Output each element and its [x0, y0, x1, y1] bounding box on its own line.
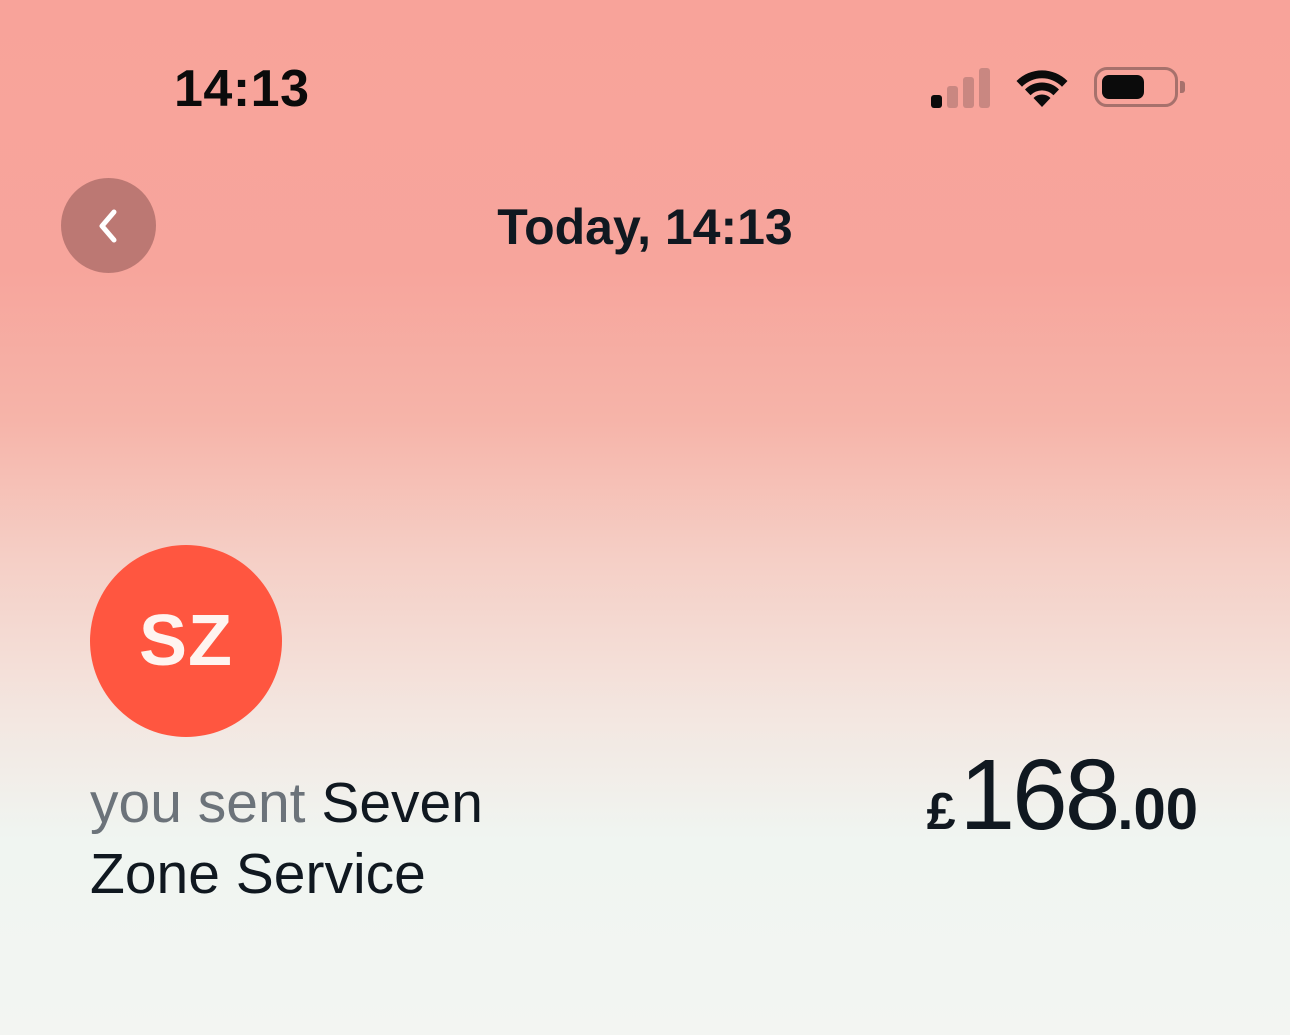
page-title: Today, 14:13 — [497, 199, 793, 255]
status-time: 14:13 — [174, 60, 310, 118]
battery-fill — [1102, 75, 1144, 99]
signal-bar — [979, 68, 990, 108]
signal-bar — [947, 86, 958, 108]
transaction-amount: £ 168 .00 — [926, 738, 1198, 851]
status-icons — [931, 62, 1185, 112]
battery-icon — [1094, 67, 1185, 107]
signal-bar — [963, 77, 974, 108]
amount-major: 168 — [959, 739, 1121, 851]
currency-symbol: £ — [926, 783, 956, 841]
avatar-initials: SZ — [138, 601, 233, 681]
transaction-description: you sent Seven Zone Service — [90, 768, 570, 910]
avatar: SZ — [90, 545, 282, 737]
cellular-signal-icon — [931, 66, 990, 108]
amount-minor: .00 — [1117, 777, 1198, 842]
signal-bar — [931, 95, 942, 108]
transaction-prefix: you sent — [90, 771, 306, 835]
wifi-icon — [1016, 70, 1068, 107]
